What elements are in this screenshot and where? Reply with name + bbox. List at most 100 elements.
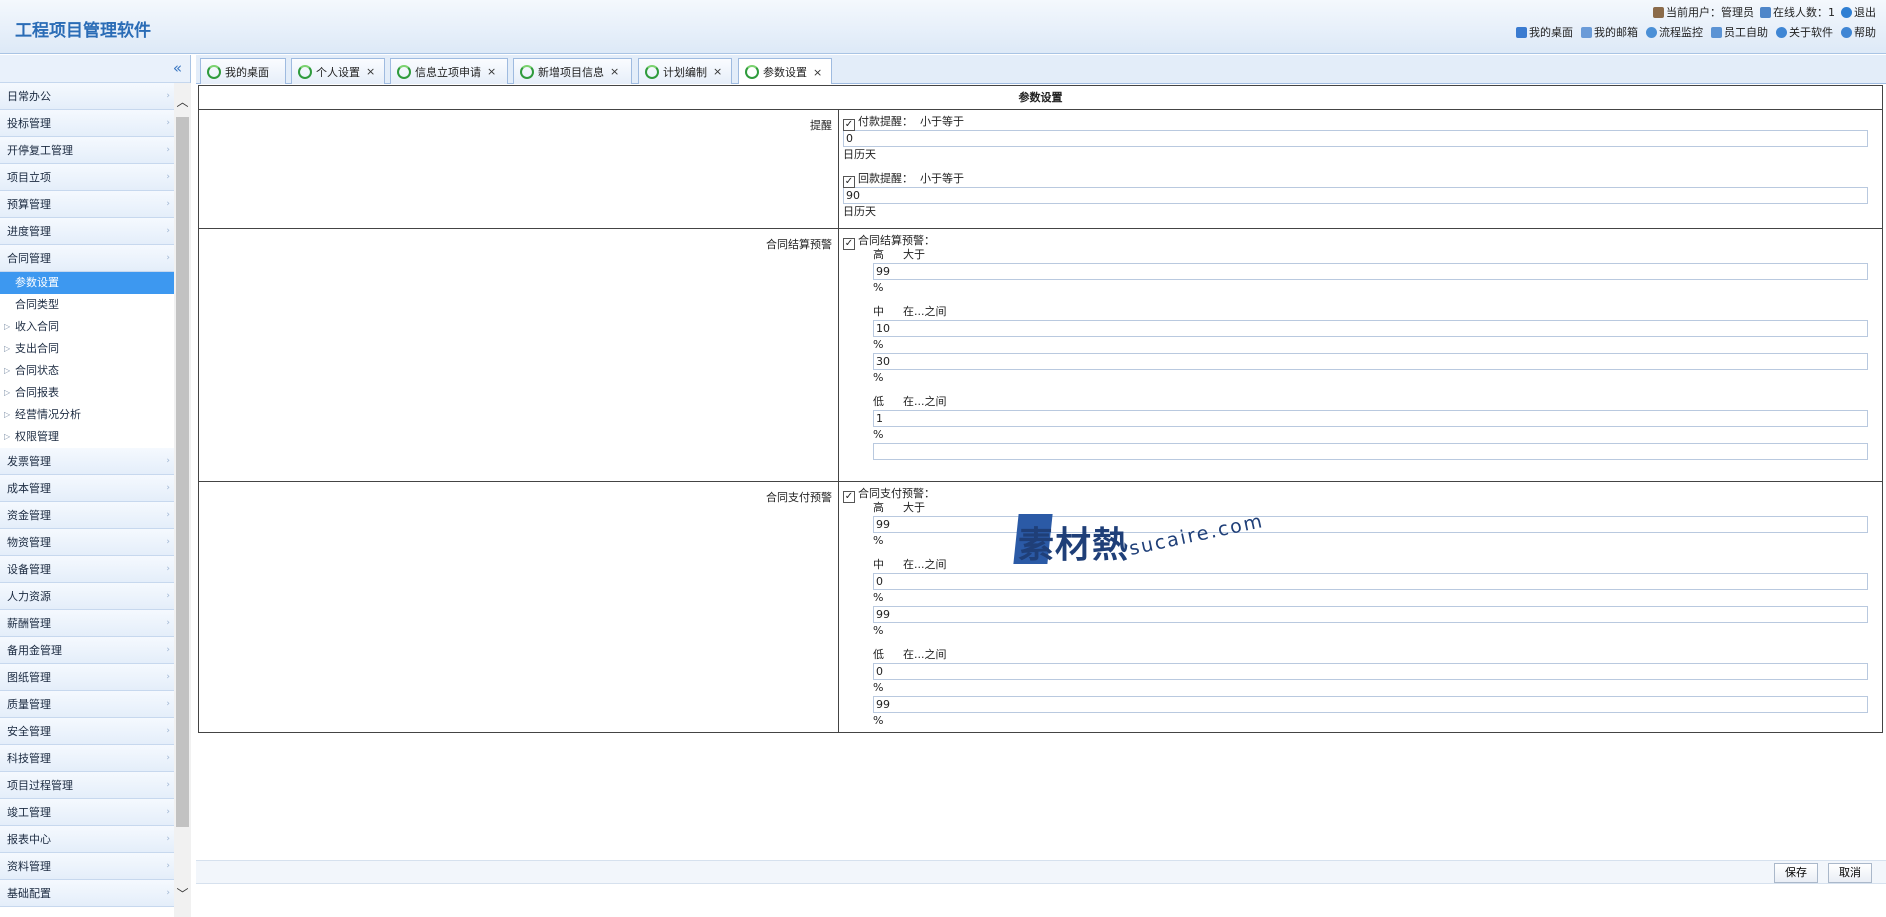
- payment-mid-to-input[interactable]: [873, 606, 1868, 623]
- tab-personal-settings[interactable]: 个人设置 ×: [291, 58, 385, 84]
- refresh-icon: [298, 64, 312, 79]
- sidebar-item-equipment[interactable]: 设备管理 ›: [0, 556, 174, 583]
- nav-employee-self-service[interactable]: 员工自助: [1711, 24, 1768, 40]
- nav-label: 关于软件: [1789, 26, 1833, 39]
- collection-reminder-label: 回款提醒：: [858, 172, 913, 185]
- payment-high-input[interactable]: [873, 516, 1868, 533]
- payment-check-label: 合同支付预警：: [858, 487, 935, 500]
- payment-warning-row: 合同支付预警 ✓合同支付预警： 高大于 % 中在...之间 % % 低在...之…: [199, 482, 1882, 732]
- sidebar-item-report-center[interactable]: 报表中心 ›: [0, 826, 174, 853]
- percent-label: %: [873, 534, 884, 547]
- settlement-low-from-input[interactable]: [873, 410, 1868, 427]
- sidebar-item-schedule[interactable]: 进度管理 ›: [0, 218, 174, 245]
- chevron-icon: ›: [166, 564, 170, 574]
- payment-reminder-days-input[interactable]: [843, 130, 1868, 147]
- sidebar-item-drawings[interactable]: 图纸管理 ›: [0, 664, 174, 691]
- sidebar-item-completion[interactable]: 竣工管理 ›: [0, 799, 174, 826]
- sidebar-item-invoice[interactable]: 发票管理 ›: [0, 448, 174, 475]
- close-icon[interactable]: ×: [713, 65, 722, 78]
- nav-about[interactable]: 关于软件: [1776, 24, 1833, 40]
- payment-warning-checkbox[interactable]: ✓: [843, 491, 855, 503]
- sidebar-item-quality[interactable]: 质量管理 ›: [0, 691, 174, 718]
- level-high-label: 高: [873, 248, 884, 261]
- close-icon[interactable]: ×: [487, 65, 496, 78]
- sidebar-sub-contract-report[interactable]: ▷ 合同报表: [0, 382, 174, 404]
- action-bar: 保存 取消: [196, 860, 1886, 884]
- gear-icon: [1646, 26, 1657, 38]
- payment-reminder-checkbox[interactable]: ✓: [843, 119, 855, 131]
- submenu-label: 支出合同: [15, 342, 59, 355]
- level-low-line: 低 在...之间: [873, 648, 1868, 662]
- collection-reminder-days-input[interactable]: [843, 187, 1868, 204]
- sidebar-sub-expense-contract[interactable]: ▷ 支出合同: [0, 338, 174, 360]
- settlement-low-to-input[interactable]: [873, 443, 1868, 460]
- settlement-warning-checkbox[interactable]: ✓: [843, 238, 855, 250]
- logout-link[interactable]: 退出: [1841, 4, 1876, 20]
- payment-low-to-input[interactable]: [873, 696, 1868, 713]
- sidebar-sub-income-contract[interactable]: ▷ 收入合同: [0, 316, 174, 338]
- scroll-down-icon[interactable]: ﹀: [174, 885, 191, 901]
- collapse-icon[interactable]: «: [173, 59, 182, 77]
- sidebar-scrollbar[interactable]: ︿ ﹀: [174, 83, 191, 917]
- sidebar-item-payroll[interactable]: 薪酬管理 ›: [0, 610, 174, 637]
- settlement-warning-values: ✓合同结算预警： 高大于 % 中在...之间 % % 低在...之间 %: [839, 229, 1882, 481]
- sidebar-item-technology[interactable]: 科技管理 ›: [0, 745, 174, 772]
- sidebar-item-process[interactable]: 项目过程管理 ›: [0, 772, 174, 799]
- sidebar-item-hr[interactable]: 人力资源 ›: [0, 583, 174, 610]
- sidebar-sub-business-analysis[interactable]: ▷ 经营情况分析: [0, 404, 174, 426]
- sidebar-sub-contract-type[interactable]: 合同类型: [0, 294, 174, 316]
- save-button[interactable]: 保存: [1774, 863, 1818, 883]
- percent-label: %: [873, 681, 884, 694]
- payment-warning-values: ✓合同支付预警： 高大于 % 中在...之间 % % 低在...之间 %: [839, 482, 1882, 732]
- level-high-label: 高: [873, 501, 884, 514]
- sidebar-item-materials[interactable]: 物资管理 ›: [0, 529, 174, 556]
- sidebar-item-bidding[interactable]: 投标管理 ›: [0, 110, 174, 137]
- chevron-icon: ›: [166, 172, 170, 182]
- close-icon[interactable]: ×: [366, 65, 375, 78]
- sidebar-item-budget[interactable]: 预算管理 ›: [0, 191, 174, 218]
- sidebar-item-base-config[interactable]: 基础配置 ›: [0, 880, 174, 907]
- tab-info-setup-request[interactable]: 信息立项申请 ×: [390, 58, 508, 84]
- payment-mid-from-input[interactable]: [873, 573, 1868, 590]
- level-low-label: 低: [873, 648, 884, 661]
- menu-label: 科技管理: [7, 752, 51, 765]
- current-user: 当前用户： 管理员: [1653, 4, 1754, 20]
- settlement-high-input[interactable]: [873, 263, 1868, 280]
- nav-process-monitor[interactable]: 流程监控: [1646, 24, 1703, 40]
- sidebar-item-contract[interactable]: 合同管理 ›: [0, 245, 174, 272]
- online-count: 在线人数： 1: [1760, 4, 1835, 20]
- payment-low-from-input[interactable]: [873, 663, 1868, 680]
- nav-my-desktop[interactable]: 我的桌面: [1516, 24, 1573, 40]
- sidebar-item-petty-cash[interactable]: 备用金管理 ›: [0, 637, 174, 664]
- tab-new-project-info[interactable]: 新增项目信息 ×: [513, 58, 632, 84]
- submenu-label: 参数设置: [15, 276, 59, 289]
- settlement-mid-from-input[interactable]: [873, 320, 1868, 337]
- sidebar-item-funds[interactable]: 资金管理 ›: [0, 502, 174, 529]
- percent-label: %: [873, 591, 884, 604]
- sidebar-item-documents[interactable]: 资料管理 ›: [0, 853, 174, 880]
- scroll-up-icon[interactable]: ︿: [174, 93, 191, 109]
- mail-icon: [1581, 26, 1592, 38]
- sidebar-sub-permissions[interactable]: ▷ 权限管理: [0, 426, 174, 448]
- sidebar-sub-contract-status[interactable]: ▷ 合同状态: [0, 360, 174, 382]
- nav-my-mailbox[interactable]: 我的邮箱: [1581, 24, 1638, 40]
- scroll-thumb[interactable]: [176, 117, 189, 827]
- sidebar-item-cost[interactable]: 成本管理 ›: [0, 475, 174, 502]
- sidebar-item-daily-office[interactable]: 日常办公 ›: [0, 83, 174, 110]
- sidebar-item-work-stop-resume[interactable]: 开停复工管理 ›: [0, 137, 174, 164]
- settlement-check-line: ✓ 合同结算预警：: [843, 234, 1868, 250]
- cancel-button[interactable]: 取消: [1828, 863, 1872, 883]
- tab-my-desktop[interactable]: 我的桌面: [200, 58, 286, 84]
- percent-label: %: [873, 338, 884, 351]
- close-icon[interactable]: ×: [610, 65, 619, 78]
- sidebar-sub-param-settings[interactable]: 参数设置: [0, 272, 174, 294]
- tab-param-settings[interactable]: 参数设置 ×: [738, 58, 832, 85]
- sidebar-item-project-setup[interactable]: 项目立项 ›: [0, 164, 174, 191]
- collection-reminder-checkbox[interactable]: ✓: [843, 176, 855, 188]
- nav-help[interactable]: 帮助: [1841, 24, 1876, 40]
- chevron-icon: ›: [166, 226, 170, 236]
- tab-plan-compilation[interactable]: 计划编制 ×: [638, 58, 732, 84]
- settlement-mid-to-input[interactable]: [873, 353, 1868, 370]
- sidebar-item-safety[interactable]: 安全管理 ›: [0, 718, 174, 745]
- close-icon[interactable]: ×: [813, 66, 822, 79]
